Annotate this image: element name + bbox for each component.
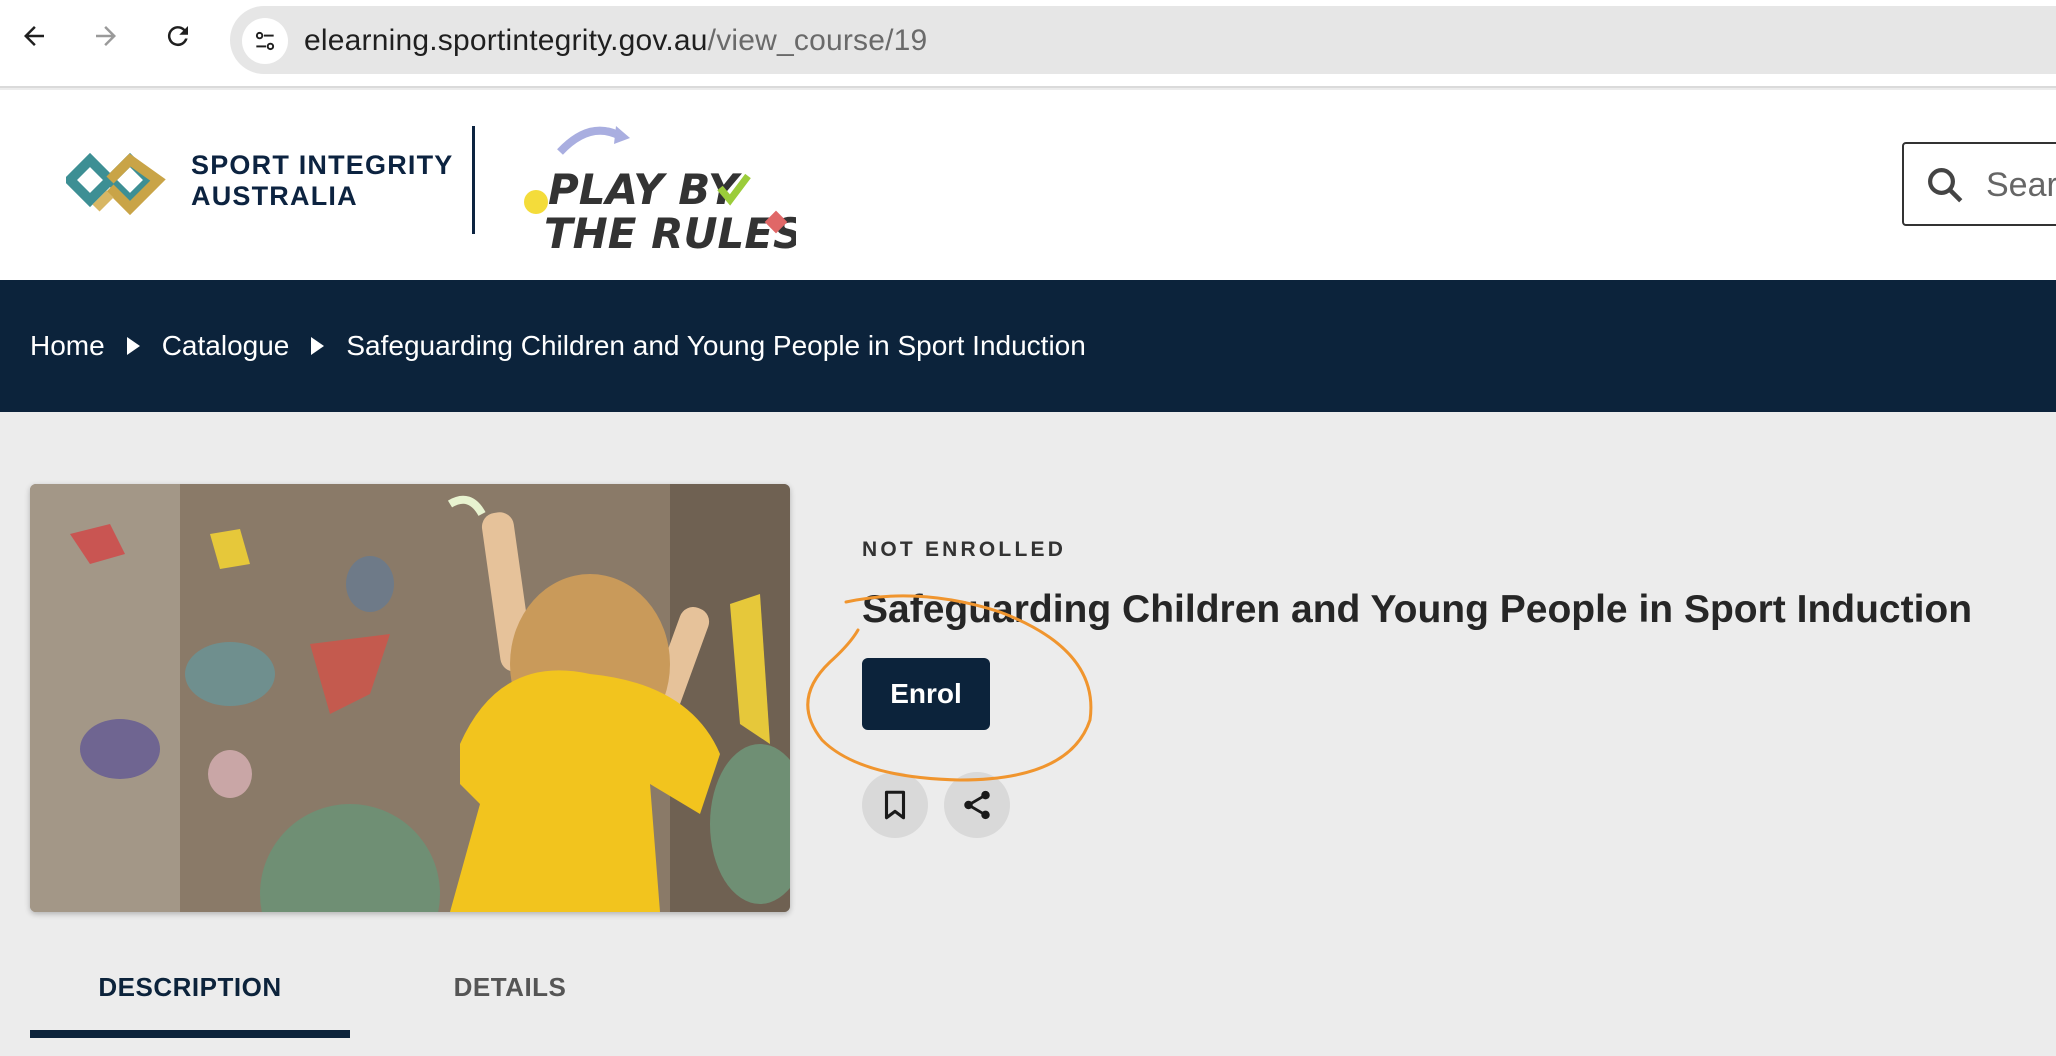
org-name[interactable]: SPORT INTEGRITY AUSTRALIA	[191, 150, 454, 212]
site-settings-icon[interactable]	[242, 18, 288, 64]
course-image	[30, 484, 790, 912]
share-icon	[964, 790, 990, 820]
sport-integrity-australia-logo[interactable]	[66, 138, 170, 222]
logo-text-line2: THE RULES	[544, 209, 796, 254]
breadcrumb-separator-icon	[126, 337, 140, 355]
url-host: elearning.sportintegrity.gov.au	[304, 24, 708, 57]
enrollment-status: NOT ENROLLED	[862, 538, 1067, 561]
breadcrumb-catalogue[interactable]: Catalogue	[162, 330, 290, 362]
arrow-right-icon	[96, 26, 116, 46]
share-button[interactable]	[944, 772, 1010, 838]
reload-button[interactable]	[156, 14, 200, 58]
header-divider	[472, 126, 475, 234]
url-path: /view_course/19	[707, 24, 928, 57]
org-name-line1: SPORT INTEGRITY	[191, 150, 454, 180]
breadcrumb: Home Catalogue Safeguarding Children and…	[0, 280, 2056, 412]
site-header: SPORT INTEGRITY AUSTRALIA PLAY BY THE RU…	[0, 90, 2056, 280]
tab-description[interactable]: DESCRIPTION	[30, 972, 350, 1018]
browser-toolbar: elearning.sportintegrity.gov.au/view_cou…	[0, 0, 2056, 88]
search-icon	[1928, 168, 1963, 203]
bookmark-button[interactable]	[862, 772, 928, 838]
breadcrumb-home[interactable]: Home	[30, 330, 105, 362]
play-by-the-rules-logo[interactable]: PLAY BY THE RULES	[520, 118, 796, 254]
org-name-line2: AUSTRALIA	[191, 181, 358, 211]
back-button[interactable]	[12, 14, 56, 58]
active-tab-indicator	[30, 1030, 350, 1038]
course-title: Safeguarding Children and Young People i…	[862, 588, 1973, 631]
breadcrumb-current: Safeguarding Children and Young People i…	[346, 330, 1086, 361]
search-input[interactable]: Search	[1902, 142, 2056, 226]
url-text[interactable]: elearning.sportintegrity.gov.au/view_cou…	[304, 24, 927, 58]
logo-text-line1: PLAY BY	[548, 165, 742, 214]
bookmark-icon	[884, 790, 906, 820]
reload-icon	[167, 26, 188, 47]
tab-details[interactable]: DETAILS	[350, 972, 670, 1018]
search-placeholder: Search	[1986, 166, 2056, 204]
arrow-left-icon	[24, 26, 44, 46]
enrol-button[interactable]: Enrol	[862, 658, 990, 730]
address-bar[interactable]: elearning.sportintegrity.gov.au/view_cou…	[230, 6, 2056, 74]
forward-button[interactable]	[84, 14, 128, 58]
breadcrumb-separator-icon	[311, 337, 325, 355]
